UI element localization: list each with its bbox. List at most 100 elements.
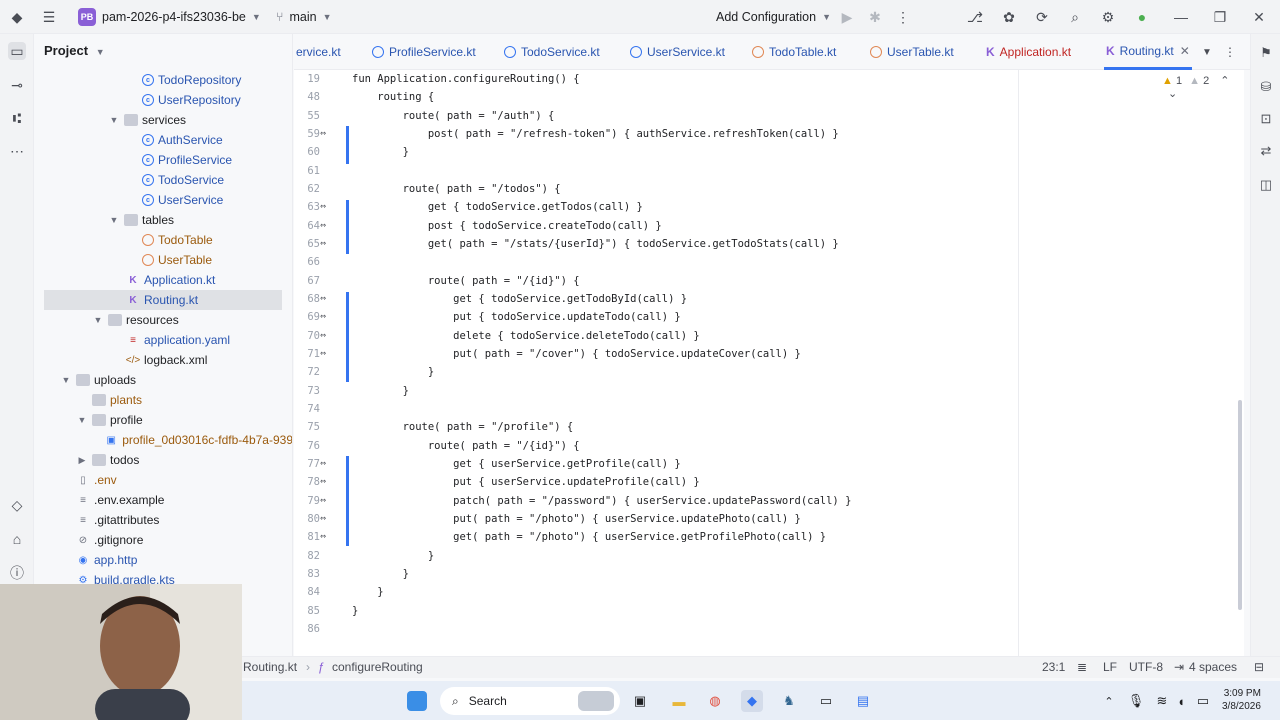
tree-item[interactable]: ≡ .env.example bbox=[34, 490, 292, 510]
file-encoding[interactable]: UTF-8 bbox=[1129, 660, 1163, 674]
database-icon[interactable]: ⛁ bbox=[1257, 78, 1275, 96]
services-icon[interactable]: ⌂ bbox=[8, 530, 26, 548]
tree-item[interactable]: c TodoService bbox=[34, 170, 292, 190]
tree-item[interactable]: c AuthService bbox=[34, 130, 292, 150]
account-avatar-icon[interactable]: ● bbox=[1133, 8, 1151, 26]
plugins-icon[interactable]: ✿ bbox=[1000, 8, 1018, 26]
more-tools-icon[interactable]: ⋯ bbox=[8, 142, 26, 160]
tree-item[interactable]: c UserService bbox=[34, 190, 292, 210]
task-view-icon[interactable]: ▣ bbox=[629, 690, 651, 712]
endpoint-gutter-icon[interactable]: ⇔ bbox=[320, 513, 334, 524]
tree-item[interactable]: ≡ .gitattributes bbox=[34, 510, 292, 530]
inspection-widget[interactable]: ▲ 1 ▲ 2 ⌃ ⌄ bbox=[1162, 74, 1244, 100]
tree-item[interactable]: ⊘ .gitignore bbox=[34, 530, 292, 550]
debug-icon[interactable]: ✱ bbox=[866, 8, 884, 26]
caret-position[interactable]: 23:1 bbox=[1042, 660, 1065, 674]
volume-icon[interactable]: ◖ bbox=[1170, 690, 1192, 712]
endpoint-gutter-icon[interactable]: ⇔ bbox=[320, 201, 334, 212]
tree-item[interactable]: ▣ profile_0d03016c-fdfb-4b7a-939 bbox=[34, 430, 292, 450]
tab-application[interactable]: K Application.kt bbox=[986, 34, 1071, 70]
close-tab-icon[interactable]: ✕ bbox=[1180, 44, 1190, 58]
file-explorer-icon[interactable]: ▬ bbox=[668, 690, 690, 712]
tab-todo-service[interactable]: TodoService.kt bbox=[504, 34, 600, 70]
mail-icon[interactable]: ▤ bbox=[852, 690, 874, 712]
endpoint-gutter-icon[interactable]: ⇔ bbox=[320, 348, 334, 359]
maximize-icon[interactable]: ❐ bbox=[1211, 8, 1229, 26]
close-icon[interactable]: ✕ bbox=[1250, 8, 1268, 26]
tree-item[interactable]: c TodoRepository bbox=[34, 70, 292, 90]
breadcrumb-file[interactable]: Routing.kt bbox=[243, 660, 297, 674]
endpoint-gutter-icon[interactable]: ⇔ bbox=[320, 476, 334, 487]
tab-routing[interactable]: K Routing.kt ✕ bbox=[1104, 34, 1192, 70]
battery-icon[interactable]: ▭ bbox=[1192, 690, 1214, 712]
project-panel-header[interactable]: Project ▼ bbox=[44, 43, 105, 58]
tray-chevron-up-icon[interactable]: ⌃ bbox=[1098, 690, 1120, 712]
tree-item-selected[interactable]: K Routing.kt bbox=[44, 290, 282, 310]
tray-clock[interactable]: 3:09 PM 3/8/2026 bbox=[1222, 687, 1261, 713]
tree-item[interactable]: K Application.kt bbox=[34, 270, 292, 290]
tab-profile-service[interactable]: ProfileService.kt bbox=[372, 34, 476, 70]
search-icon[interactable]: ⌕ bbox=[1066, 8, 1084, 26]
endpoint-gutter-icon[interactable]: ⇔ bbox=[320, 293, 334, 304]
chrome-icon[interactable]: ◍ bbox=[704, 690, 726, 712]
more-actions-icon[interactable]: ⋮ bbox=[894, 8, 912, 26]
run-icon[interactable]: ▶ bbox=[838, 8, 856, 26]
code-with-me-icon[interactable]: ⎇ bbox=[966, 8, 984, 26]
app-logo-icon[interactable]: ◆ bbox=[8, 8, 26, 26]
endpoint-gutter-icon[interactable]: ⇔ bbox=[320, 458, 334, 469]
main-menu-icon[interactable]: ☰ bbox=[40, 8, 58, 26]
tree-folder[interactable]: ▼ tables bbox=[34, 210, 292, 230]
settings-gear-icon[interactable]: ⚙ bbox=[1099, 8, 1117, 26]
tab-user-service[interactable]: UserService.kt bbox=[630, 34, 725, 70]
chevron-up-icon[interactable]: ⌃ bbox=[1220, 75, 1229, 87]
tree-folder[interactable]: ▼ profile bbox=[34, 410, 292, 430]
project-selector[interactable]: PB pam-2026-p4-ifs23036-be ▼ bbox=[78, 0, 261, 34]
tree-item[interactable]: </> logback.xml bbox=[34, 350, 292, 370]
endpoint-gutter-icon[interactable]: ⇔ bbox=[320, 531, 334, 542]
commit-icon[interactable]: ⊸ bbox=[8, 76, 26, 94]
taskbar-search[interactable]: ⌕ Search bbox=[440, 687, 620, 715]
tab-todo-table[interactable]: TodoTable.kt bbox=[752, 34, 836, 70]
windows-start-icon[interactable] bbox=[407, 691, 427, 711]
tree-folder[interactable]: ▼ services bbox=[34, 110, 292, 130]
tree-item[interactable]: UserTable bbox=[34, 250, 292, 270]
intellij-icon[interactable]: ◆ bbox=[741, 690, 763, 712]
tree-item[interactable]: c UserRepository bbox=[34, 90, 292, 110]
minimize-icon[interactable]: — bbox=[1172, 8, 1190, 26]
tabs-overflow-icon[interactable]: ▼ bbox=[1202, 34, 1212, 70]
indent-setting[interactable]: 4 spaces bbox=[1189, 660, 1237, 674]
ai-assistant-icon[interactable]: ◫ bbox=[1257, 176, 1275, 194]
tree-item[interactable]: c ProfileService bbox=[34, 150, 292, 170]
project-folder-icon[interactable]: ▭ bbox=[8, 42, 26, 60]
lock-icon[interactable]: ⊟ bbox=[1254, 660, 1264, 674]
code-editor[interactable]: ▲ 1 ▲ 2 ⌃ ⌄ 19 48 55 59 60 61 62 63 64 6… bbox=[294, 70, 1244, 656]
endpoints-icon[interactable]: ⇄ bbox=[1257, 142, 1275, 160]
terminal-icon[interactable]: ▭ bbox=[815, 690, 837, 712]
tab-service[interactable]: ervice.kt bbox=[296, 34, 341, 70]
breadcrumb-symbol[interactable]: configureRouting bbox=[332, 660, 423, 674]
endpoint-gutter-icon[interactable]: ⇔ bbox=[320, 495, 334, 506]
tree-folder[interactable]: ▶ todos bbox=[34, 450, 292, 470]
endpoint-gutter-icon[interactable]: ⇔ bbox=[320, 311, 334, 322]
tree-item[interactable]: ▯ .env bbox=[34, 470, 292, 490]
chevron-down-icon[interactable]: ⌄ bbox=[1168, 88, 1177, 100]
tree-folder[interactable]: plants bbox=[34, 390, 292, 410]
problems-icon[interactable]: ⓘ bbox=[8, 564, 26, 582]
postgresql-icon[interactable]: ♞ bbox=[778, 690, 800, 712]
tab-user-table[interactable]: UserTable.kt bbox=[870, 34, 954, 70]
endpoint-gutter-icon[interactable]: ⇔ bbox=[320, 238, 334, 249]
editor-scrollbar[interactable] bbox=[1238, 400, 1242, 610]
structure-icon[interactable]: ⑆ bbox=[8, 109, 26, 127]
tree-item[interactable]: ≡ application.yaml bbox=[34, 330, 292, 350]
tabs-more-icon[interactable]: ⋮ bbox=[1224, 34, 1236, 70]
line-ending[interactable]: LF bbox=[1103, 660, 1117, 674]
notifications-icon[interactable]: ⚑ bbox=[1257, 44, 1275, 62]
tree-folder[interactable]: ▼ uploads bbox=[34, 370, 292, 390]
tree-item[interactable]: ◉ app.http bbox=[34, 550, 292, 570]
gradle-icon[interactable]: ⊡ bbox=[1257, 110, 1275, 128]
run-config-selector[interactable]: Add Configuration ▼ bbox=[716, 0, 831, 34]
endpoint-gutter-icon[interactable]: ⇔ bbox=[320, 128, 334, 139]
gem-icon[interactable]: ◇ bbox=[8, 496, 26, 514]
endpoint-gutter-icon[interactable]: ⇔ bbox=[320, 330, 334, 341]
endpoint-gutter-icon[interactable]: ⇔ bbox=[320, 220, 334, 231]
